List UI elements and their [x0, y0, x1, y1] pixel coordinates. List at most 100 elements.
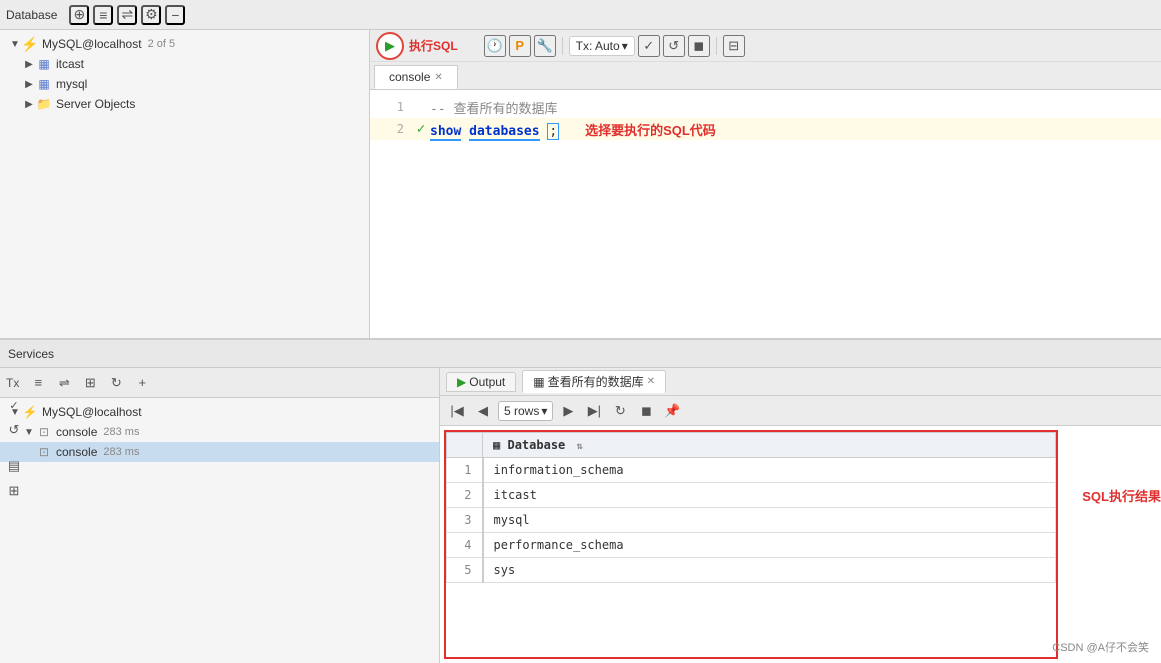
database-sidebar: ▼ ⚡ MySQL@localhost 2 of 5 ▶ ▦ itcast ▶ …: [0, 30, 370, 338]
stop-icon[interactable]: ◼: [688, 35, 710, 57]
sidebar-item-connection[interactable]: ▼ ⚡ MySQL@localhost 2 of 5: [0, 34, 369, 54]
code-editor[interactable]: 1 -- 查看所有的数据库 2 ✓ show databases ;: [370, 90, 1161, 338]
check-side-icon[interactable]: ✓: [3, 398, 25, 416]
database-col-header: ▦ Database ⇅: [483, 433, 1056, 458]
undo-side-icon[interactable]: ↺: [3, 419, 25, 441]
first-page-icon[interactable]: |◀: [446, 400, 468, 422]
bottom-credit: CSDN @A仔不会笑: [1052, 639, 1149, 655]
code-comment-1: -- 查看所有的数据库: [430, 98, 1155, 117]
gear-icon[interactable]: ⚙: [141, 5, 161, 25]
bottom-panel: Services Tx ≡ ⇌ ⊞ ↻ + ▼ ⚡ MySQL@localhos…: [0, 340, 1161, 663]
output-play-icon: ▶: [457, 375, 466, 389]
code-line-2: 2 ✓ show databases ; 选择要执行的SQL代码: [370, 118, 1161, 140]
table-row: 2 itcast: [447, 483, 1056, 508]
sidebar-tree: ▼ ⚡ MySQL@localhost 2 of 5 ▶ ▦ itcast ▶ …: [0, 30, 369, 338]
refresh-icon[interactable]: ↻: [609, 400, 631, 422]
result-area: ▦ Database ⇅ 1 information_schema: [440, 426, 1161, 663]
stop-results-icon[interactable]: ◼: [635, 400, 657, 422]
keyword-show: show: [430, 124, 461, 141]
tx-dropdown[interactable]: Tx: Auto ▾: [569, 36, 635, 56]
server-objects-label: Server Objects: [56, 97, 135, 111]
table-row: 3 mysql: [447, 508, 1056, 533]
check-icon[interactable]: ✓: [638, 35, 660, 57]
sort-icon: ⇅: [577, 441, 583, 452]
chevron-down-icon: ▾: [541, 404, 547, 418]
svc-item-connection[interactable]: ▼ ⚡ MySQL@localhost: [0, 402, 439, 422]
separator: [716, 37, 717, 55]
database-icon: ▦: [36, 56, 52, 72]
connection-badge: 2 of 5: [148, 38, 176, 50]
top-panel: Database ⊕ ≡ ⇌ ⚙ − ▼ ⚡ MySQL@localhost 2…: [0, 0, 1161, 340]
line-indicator-2: ✓: [412, 121, 430, 137]
run-button[interactable]: ▶: [376, 32, 404, 60]
console-tab[interactable]: console ✕: [374, 65, 458, 89]
tab-close-icon[interactable]: ✕: [434, 72, 442, 83]
sql-result-annotation-container: SQL执行结果: [1062, 426, 1161, 663]
split-icon-svc[interactable]: ⇌: [53, 372, 75, 394]
query-tab-label: 查看所有的数据库: [548, 373, 644, 390]
cell-db-1: information_schema: [483, 458, 1056, 483]
result-container[interactable]: ▦ Database ⇅ 1 information_schema: [444, 430, 1058, 659]
sidebar-item-itcast[interactable]: ▶ ▦ itcast: [0, 54, 369, 74]
db-label-itcast: itcast: [56, 57, 84, 71]
add-icon-svc[interactable]: +: [131, 372, 153, 394]
wrench-icon[interactable]: 🔧: [534, 35, 556, 57]
row-num-1: 1: [447, 458, 483, 483]
services-title: Services: [8, 347, 54, 361]
connection-icon: ⚡: [22, 36, 38, 52]
group-icon-svc[interactable]: ⊞: [79, 372, 101, 394]
pin-icon[interactable]: 📌: [661, 400, 683, 422]
table-row: 5 sys: [447, 558, 1056, 583]
play-icon: ▶: [385, 38, 395, 54]
list-icon[interactable]: ▤: [3, 455, 25, 477]
split-icon[interactable]: ⇌: [117, 5, 137, 25]
globe-add-icon[interactable]: ⊕: [69, 5, 89, 25]
row-num-col-header: [447, 433, 483, 458]
format-icon[interactable]: ⊟: [723, 35, 745, 57]
p-icon[interactable]: P: [509, 35, 531, 57]
query-tab-close-icon[interactable]: ✕: [647, 376, 655, 387]
align-icon-svc[interactable]: ≡: [27, 372, 49, 394]
minus-icon[interactable]: −: [165, 5, 185, 25]
tab-output[interactable]: ▶ Output: [446, 372, 516, 392]
services-content: Tx ≡ ⇌ ⊞ ↻ + ▼ ⚡ MySQL@localhost ▼ ⊡: [0, 368, 1161, 663]
sidebar-item-mysql[interactable]: ▶ ▦ mysql: [0, 74, 369, 94]
sql-result-annotation: SQL执行结果: [1082, 486, 1161, 505]
tx-label-bottom: Tx: [6, 376, 19, 390]
db-label-mysql: mysql: [56, 77, 87, 91]
chevron-right-icon: ▶: [22, 77, 36, 91]
prev-page-icon[interactable]: ◀: [472, 400, 494, 422]
select-annotation: 选择要执行的SQL代码: [585, 123, 716, 138]
sidebar-item-server-objects[interactable]: ▶ 📁 Server Objects: [0, 94, 369, 114]
undo-icon[interactable]: ↺: [663, 35, 685, 57]
cell-db-4: performance_schema: [483, 533, 1056, 558]
rows-label: 5 rows: [504, 404, 539, 418]
run-icon-svc[interactable]: ↻: [105, 372, 127, 394]
console-parent-label: console: [56, 425, 97, 439]
tab-query-result[interactable]: ▦ 查看所有的数据库 ✕: [522, 370, 666, 393]
console-child-icon: ⊡: [36, 444, 52, 460]
output-tabs: ▶ Output ▦ 查看所有的数据库 ✕: [440, 368, 1161, 396]
cell-db-3: mysql: [483, 508, 1056, 533]
history-icon[interactable]: 🕐: [484, 35, 506, 57]
output-tab-label: Output: [469, 375, 505, 389]
svc-item-console-parent[interactable]: ▼ ⊡ console 283 ms: [0, 422, 439, 442]
tab-label: console: [389, 70, 430, 84]
chevron-right-icon: ▶: [22, 97, 36, 111]
chevron-right-icon: ▶: [22, 57, 36, 71]
align-icon[interactable]: ≡: [93, 5, 113, 25]
services-header: Services: [0, 340, 1161, 368]
rows-dropdown[interactable]: 5 rows ▾: [498, 401, 553, 421]
top-toolbar: Database ⊕ ≡ ⇌ ⚙ −: [0, 0, 1161, 30]
console-parent-icon: ⊡: [36, 424, 52, 440]
svc-item-console-child[interactable]: ⊡ console 283 ms: [0, 442, 439, 462]
main-area: ▼ ⚡ MySQL@localhost 2 of 5 ▶ ▦ itcast ▶ …: [0, 30, 1161, 338]
services-tree: ▼ ⚡ MySQL@localhost ▼ ⊡ console 283 ms ⊡…: [0, 398, 439, 663]
next-page-icon[interactable]: ▶: [557, 400, 579, 422]
output-toolbar: |◀ ◀ 5 rows ▾ ▶ ▶| ↻ ◼ 📌: [440, 396, 1161, 426]
grid-icon[interactable]: ⊞: [3, 480, 25, 502]
run-annotation: 执行SQL: [409, 37, 458, 54]
editor-panel: ▶ 执行SQL 🕐 P 🔧 Tx: Auto ▾ ✓ ↺ ◼ ⊟: [370, 30, 1161, 338]
last-page-icon[interactable]: ▶|: [583, 400, 605, 422]
console-parent-time: 283 ms: [103, 426, 139, 438]
